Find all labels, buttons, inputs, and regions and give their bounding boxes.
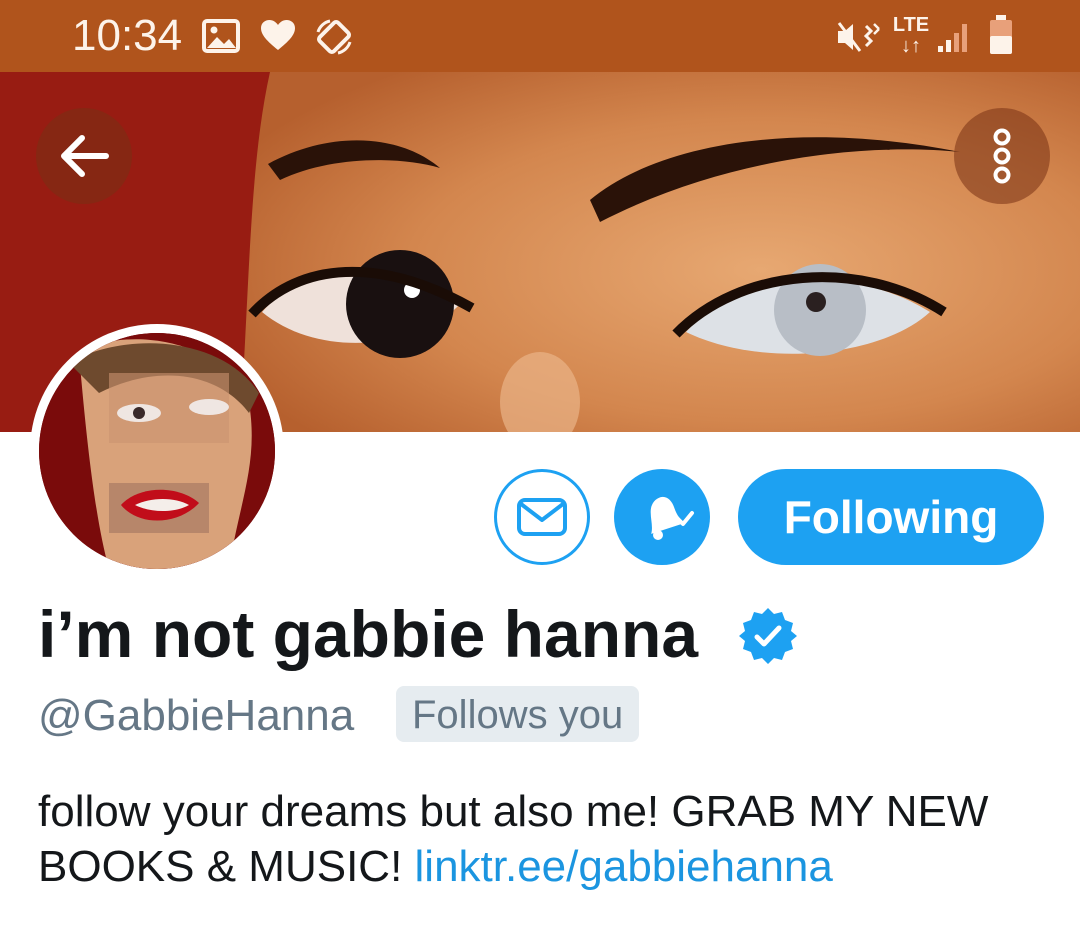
avatar-image <box>39 333 275 569</box>
following-button[interactable]: Following <box>738 469 1044 565</box>
image-icon <box>202 19 240 53</box>
rotate-icon <box>316 19 352 55</box>
avatar[interactable] <box>30 324 284 578</box>
lte-icon: LTE ↓↑ <box>892 14 930 57</box>
notifications-button[interactable] <box>614 469 710 565</box>
back-button[interactable] <box>36 108 132 204</box>
status-bar: 10:34 LTE ↓↑ <box>0 0 1080 72</box>
bio-link[interactable]: linktr.ee/gabbiehanna <box>415 842 833 891</box>
arrow-left-icon <box>61 135 109 177</box>
follows-you-badge: Follows you <box>396 686 640 742</box>
signal-icon <box>938 24 967 52</box>
verified-badge-icon <box>739 608 797 664</box>
bio: follow your dreams but also me! GRAB MY … <box>38 784 1048 894</box>
more-options-button[interactable] <box>954 108 1050 204</box>
message-button[interactable] <box>494 469 590 565</box>
status-time: 10:34 <box>72 11 183 60</box>
bell-check-icon <box>650 496 694 540</box>
more-vertical-icon <box>993 128 1011 184</box>
mute-vibrate-icon <box>837 22 880 52</box>
display-name: i’m not gabbie hanna <box>38 597 699 671</box>
handle: @GabbieHanna <box>38 691 355 740</box>
battery-icon <box>990 15 1012 54</box>
envelope-icon <box>517 498 567 536</box>
heart-icon <box>261 20 295 50</box>
